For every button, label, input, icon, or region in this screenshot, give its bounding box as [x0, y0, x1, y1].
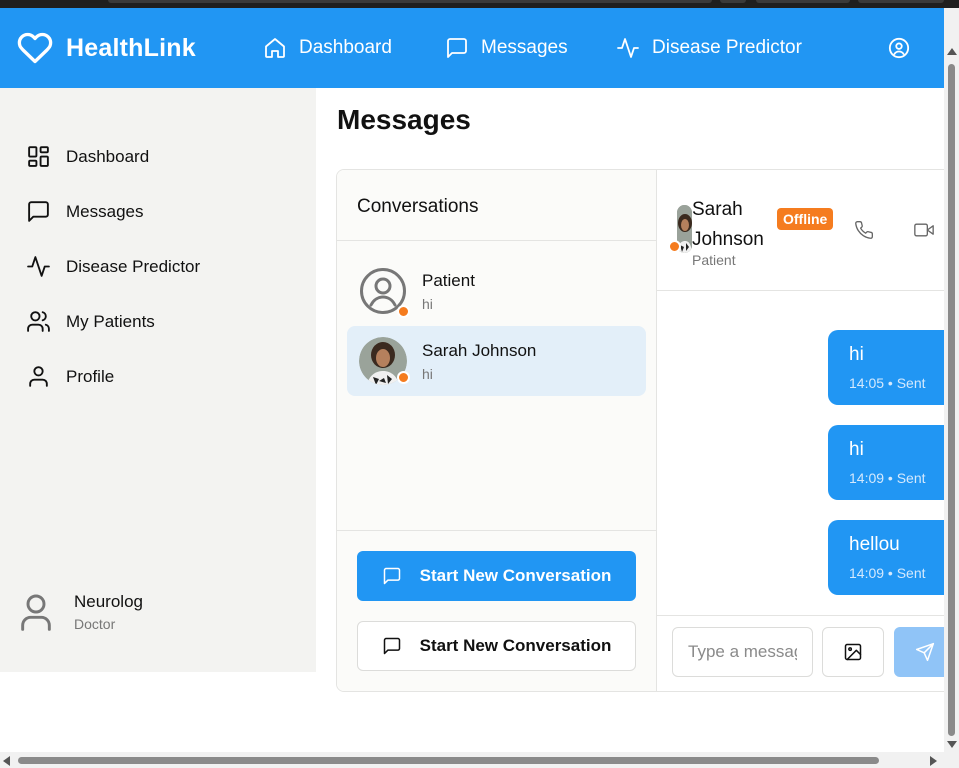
message-bubble: hi 14:09 • Sent [828, 425, 955, 500]
scroll-up-icon[interactable] [947, 48, 957, 55]
conversation-item-sarah-johnson[interactable]: Sarah Johnson hi [347, 326, 646, 396]
conversations-list: Conversations Patient hi Sarah Johnson h… [337, 170, 657, 691]
message-text: hi [849, 344, 864, 365]
image-icon [844, 643, 862, 661]
topnav-messages[interactable]: Messages [445, 36, 568, 60]
message-square-icon [383, 637, 400, 655]
activity-icon [27, 256, 50, 277]
conversation-item-patient[interactable]: Patient hi [347, 256, 646, 326]
message-composer [657, 615, 955, 691]
attach-image-button[interactable] [822, 627, 884, 677]
message-bubble: hellou 14:09 • Sent [828, 520, 955, 595]
users-icon [27, 311, 50, 332]
message-square-icon [447, 38, 467, 58]
top-navbar: HealthLink Dashboard Messages Disease Pr… [0, 8, 944, 88]
button-label: Start New Conversation [419, 566, 612, 585]
sidebar: Dashboard Messages Disease Predictor My … [0, 88, 316, 672]
message-square-icon [28, 201, 49, 222]
sidebar-item-label: Dashboard [66, 146, 150, 166]
status-badge: Offline [777, 208, 834, 230]
vertical-scrollbar[interactable] [944, 8, 959, 752]
scroll-left-icon[interactable] [3, 756, 10, 766]
message-text: hi [849, 439, 864, 460]
send-icon [915, 642, 935, 662]
conversation-name: Patient [422, 271, 475, 290]
layout-grid-icon [28, 146, 49, 167]
conversations-header: Conversations [337, 170, 657, 241]
horizontal-scrollbar-thumb[interactable] [18, 757, 879, 764]
activity-icon [617, 38, 639, 58]
message-meta: 14:09 • Sent [849, 470, 926, 486]
browser-button [756, 0, 850, 3]
chat-window: Sarah Johnson Patient Offline hi 14:05 •… [657, 170, 955, 691]
user-circle-icon[interactable] [888, 37, 910, 59]
button-label: Start New Conversation [419, 636, 612, 655]
home-icon [265, 38, 285, 58]
message-meta: 14:05 • Sent [849, 375, 926, 391]
sidebar-item-label: Messages [66, 201, 144, 221]
message-square-icon [383, 567, 400, 585]
browser-chrome-strip [0, 0, 959, 8]
topnav-label: Dashboard [299, 37, 392, 58]
status-dot [397, 305, 410, 318]
user-icon [29, 366, 48, 387]
sidebar-user[interactable]: Neurolog Doctor [20, 592, 143, 632]
chat-contact-name: Sarah Johnson [692, 199, 764, 250]
scroll-right-icon[interactable] [930, 756, 937, 766]
brand-logo[interactable]: HealthLink [16, 30, 196, 66]
conversation-name: Sarah Johnson [422, 341, 537, 360]
sidebar-item-dashboard[interactable]: Dashboard [26, 144, 149, 169]
browser-address-bar [108, 0, 712, 3]
video-icon[interactable] [914, 220, 934, 240]
brand-name: HealthLink [66, 33, 196, 62]
sidebar-item-profile[interactable]: Profile [26, 364, 114, 389]
start-new-conversation-button[interactable]: Start New Conversation [357, 551, 636, 601]
horizontal-scrollbar[interactable] [0, 752, 959, 768]
vertical-scrollbar-thumb[interactable] [948, 64, 955, 736]
messages-panel: Conversations Patient hi Sarah Johnson h… [336, 169, 956, 692]
topnav-dashboard[interactable]: Dashboard [263, 36, 392, 60]
browser-button [858, 0, 944, 3]
message-text: hellou [849, 534, 900, 555]
user-name: Neurolog [74, 592, 143, 611]
user-role: Doctor [74, 616, 116, 632]
topnav-label: Messages [481, 37, 568, 58]
sidebar-item-disease-predictor[interactable]: Disease Predictor [26, 254, 200, 279]
topnav-disease-predictor[interactable]: Disease Predictor [616, 36, 802, 60]
heart-icon [17, 32, 53, 64]
message-meta: 14:09 • Sent [849, 565, 926, 581]
sidebar-item-label: My Patients [66, 311, 155, 331]
chat-contact-role: Patient [692, 252, 736, 268]
conversation-last-message: hi [422, 296, 433, 312]
topnav-label: Disease Predictor [652, 37, 802, 58]
sidebar-item-messages[interactable]: Messages [26, 199, 143, 224]
conversations-footer: Start New Conversation Start New Convers… [337, 530, 657, 691]
browser-button [720, 0, 746, 3]
status-dot [668, 240, 681, 253]
sidebar-item-label: Disease Predictor [66, 256, 201, 276]
user-icon [21, 594, 51, 631]
sidebar-item-label: Profile [66, 366, 115, 386]
chat-header: Sarah Johnson Patient Offline [657, 170, 955, 291]
phone-icon[interactable] [854, 220, 874, 240]
scroll-down-icon[interactable] [947, 741, 957, 748]
page-title: Messages [337, 104, 471, 135]
start-new-conversation-outline-button[interactable]: Start New Conversation [357, 621, 636, 671]
message-bubble: hi 14:05 • Sent [828, 330, 955, 405]
status-dot [397, 371, 410, 384]
message-input[interactable] [672, 627, 813, 677]
sidebar-item-my-patients[interactable]: My Patients [26, 309, 155, 334]
conversation-last-message: hi [422, 366, 433, 382]
